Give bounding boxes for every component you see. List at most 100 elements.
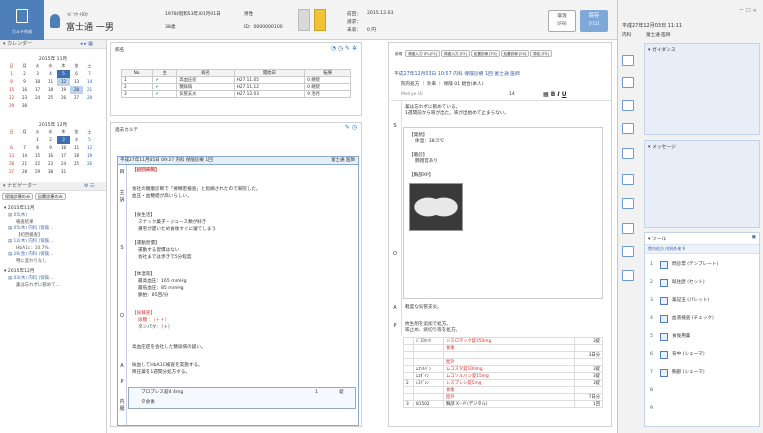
calendar-day[interactable]: 16 (44, 152, 57, 160)
calendar-day[interactable]: 23 (18, 94, 31, 102)
calendar-day[interactable]: 16 (18, 86, 31, 94)
calendar-day[interactable]: 22 (31, 160, 44, 168)
calendar-day[interactable]: 9 (44, 144, 57, 152)
gear-icon[interactable]: ⚙ ☷ (84, 182, 95, 191)
save-button[interactable]: 保存 [F12] (580, 10, 608, 32)
calendar-day[interactable]: 26 (57, 94, 70, 102)
calendar-day[interactable]: 13 (5, 152, 18, 160)
message-header[interactable]: ▾ メッセージ (645, 141, 759, 152)
calendar-day[interactable]: 5 (83, 136, 96, 144)
new-chart-tab[interactable]: 算定 [F5] (530, 50, 552, 57)
tool-header[interactable]: ▾ ツール ▣ (645, 233, 759, 244)
rx-row[interactable]: 屋外 (403, 358, 603, 366)
rx-row[interactable]: ﾑｺﾀﾞｲﾝ ムコソルバン錠15mg 3錠 (403, 372, 603, 380)
format-icons[interactable]: ▦ B I U (543, 91, 567, 98)
settings-icon[interactable] (622, 270, 634, 281)
list-icon[interactable] (622, 123, 634, 134)
calendar-day[interactable]: 20 (5, 160, 18, 168)
calendar-day[interactable]: 19 (57, 86, 70, 94)
calendar-day[interactable]: 24 (31, 94, 44, 102)
calendar-header[interactable]: ▾ カレンダー ◂ ▸ ▦ (0, 40, 106, 49)
calendar-day[interactable]: 27 (5, 168, 18, 176)
tool-item[interactable]: 7 胸部 (シェーマ) (648, 366, 758, 380)
calendar-day[interactable]: 23 (44, 160, 57, 168)
calendar-day[interactable]: 17 (31, 86, 44, 94)
calendar-day[interactable]: 30 (44, 168, 57, 176)
calendar-day[interactable]: 29 (31, 168, 44, 176)
calendar-day[interactable]: 31 (57, 168, 70, 176)
calendar-day[interactable]: 21 (18, 160, 31, 168)
guidance-icon[interactable] (622, 55, 634, 66)
calendar-day[interactable]: 2 (44, 136, 57, 144)
font-size-select[interactable]: 14 (509, 92, 515, 97)
self-pay-only-button[interactable]: 自費診療のみ (34, 193, 66, 200)
calendar-day[interactable]: 25 (44, 94, 57, 102)
calendar-day[interactable]: 4 (70, 136, 83, 144)
rx-row[interactable]: 屋外 7日分 (403, 393, 603, 401)
calendar-day[interactable]: 7 (83, 70, 96, 78)
calendar-day[interactable]: 2 (18, 70, 31, 78)
new-chart-tab[interactable]: 処置診療 [F3] (470, 50, 500, 57)
dispense-type[interactable]: 院内処方 (401, 82, 419, 87)
nav-group[interactable]: ▾ 2015年12月 (4, 268, 106, 274)
record-icon[interactable] (622, 100, 634, 111)
calculator-icon[interactable] (622, 174, 634, 185)
calendar-day[interactable]: 11 (44, 78, 57, 86)
calendar-day[interactable]: 9 (18, 78, 31, 86)
chest-xray-image[interactable] (409, 183, 463, 231)
calendar-day[interactable]: 12 (57, 78, 70, 86)
calendar-day[interactable]: 20 (70, 86, 83, 94)
calendar-day[interactable]: 26 (83, 160, 96, 168)
calendar-day[interactable]: 17 (57, 152, 70, 160)
disease-tools-icon[interactable]: ◔ ◷ ✎ ✲ (331, 45, 357, 52)
table-row[interactable]: 2 ✔ 糖尿病 H27.11.12 0 継続 (120, 83, 351, 91)
allergy-icon[interactable] (298, 9, 310, 31)
rx-row[interactable]: ｼﾞｽﾛﾏｯｸ ジスロマック錠250mg 3錠 (403, 337, 603, 345)
message-icon[interactable] (622, 77, 634, 88)
tool-item[interactable]: 3 薬記玉 (パレット) (648, 294, 758, 308)
new-chart-tab[interactable]: 新規 (393, 51, 404, 58)
rx-row[interactable]: ﾑｺｿﾙﾊﾞﾝ ムコスタ錠100mg 3錠 (403, 365, 603, 373)
calendar-day[interactable]: 30 (18, 102, 31, 110)
calendar-day[interactable]: 18 (70, 152, 83, 160)
calendar-day[interactable]: 8 (31, 144, 44, 152)
table-row[interactable]: 3 ✔ 気管支炎 H27.12.03 9 治月 (120, 90, 351, 98)
calendar-day[interactable]: 6 (5, 144, 18, 152)
warning-icon[interactable] (314, 9, 326, 31)
calendar-day[interactable]: 18 (44, 86, 57, 94)
nav-item[interactable]: 薬は忘れずに飲めて… (4, 283, 106, 290)
calendar-day[interactable]: 3 (57, 136, 70, 144)
font-select[interactable]: Meiryo UI (401, 92, 423, 97)
tool-item[interactable]: 9 (648, 402, 758, 416)
table-row[interactable]: 1 ✔ 高血圧症 H27.11.05 0 継続 (120, 76, 351, 84)
calendar-day[interactable]: 4 (44, 70, 57, 78)
rx-row[interactable]: 2 ﾚｽﾌﾟﾚﾝ レスプレン錠5mg 3錠 (403, 379, 603, 387)
calendar-nav-icon[interactable]: ◂ ▸ ▦ (80, 40, 93, 49)
calendar-day[interactable]: 13 (70, 78, 83, 86)
edit-icon[interactable]: ✎ ◷ (345, 124, 357, 131)
calendar-day[interactable]: 15 (5, 86, 18, 94)
calendar-day[interactable]: 15 (31, 152, 44, 160)
window-controls[interactable]: － ☐ × (738, 6, 757, 14)
calendar-day[interactable]: 5 (57, 70, 70, 78)
calendar-icon[interactable] (622, 223, 634, 234)
calendar-day[interactable]: 7 (18, 144, 31, 152)
tool-item[interactable]: 6 背中 (シェーマ) (648, 348, 758, 362)
new-chart-tab[interactable]: 処置診療 [F4] (500, 50, 530, 57)
calendar-day[interactable]: 3 (31, 70, 44, 78)
calendar-day[interactable]: 10 (31, 78, 44, 86)
new-record-body[interactable]: S O A P 薬は忘れずに飲めている。 1週間前から咳が出た。咳が出始めて止まらない。【… (391, 101, 611, 421)
new-chart-tab[interactable]: 検査入力 (P)-[F1] (405, 50, 441, 57)
create-chart-button[interactable]: カルテ作成 (0, 0, 44, 40)
calendar-day[interactable]: 1 (5, 70, 18, 78)
calendar-day[interactable]: 28 (18, 168, 31, 176)
ward[interactable]: 外来 (427, 82, 436, 87)
calendar-day[interactable]: 14 (83, 78, 96, 86)
calendar-day[interactable]: 19 (83, 152, 96, 160)
network-icon[interactable] (622, 246, 634, 257)
nav-group[interactable]: ▾ 2015年11月 (4, 205, 106, 211)
calendar-day[interactable]: 14 (18, 152, 31, 160)
calendar-day[interactable]: 24 (57, 160, 70, 168)
tool-menu-icon[interactable]: ▣ (751, 235, 756, 240)
calendar-day[interactable]: 8 (5, 78, 18, 86)
